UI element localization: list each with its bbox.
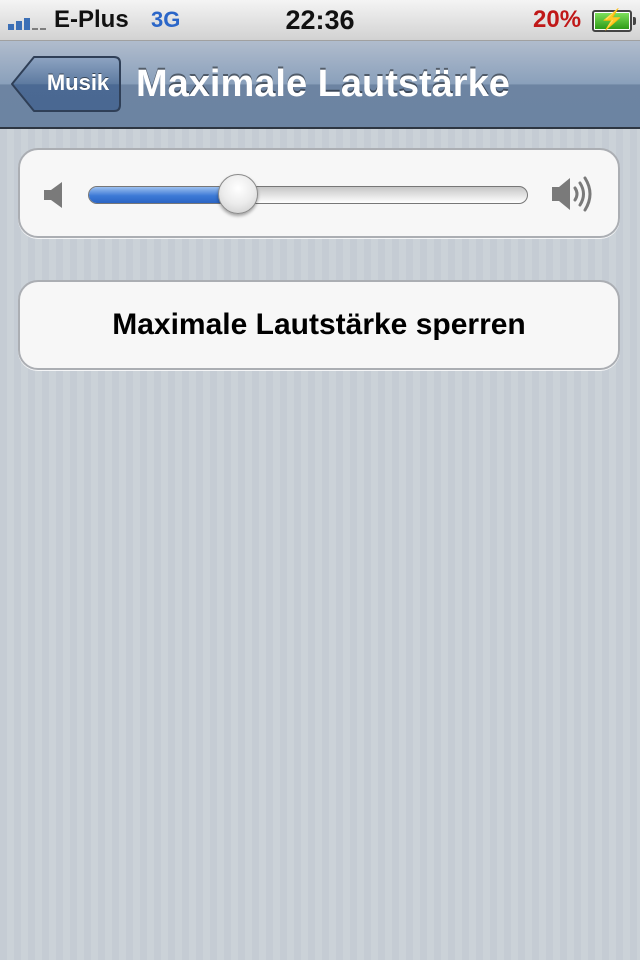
battery-charging-icon: ⚡ — [592, 9, 636, 32]
lock-max-volume-label: Maximale Lautstärke sperren — [112, 308, 526, 341]
volume-slider-track[interactable] — [88, 186, 528, 204]
page-title: Maximale Lautstärke — [136, 63, 510, 105]
lock-max-volume-button[interactable]: Maximale Lautstärke sperren — [18, 280, 620, 370]
status-bar: E-Plus 3G 22:36 20% ⚡ — [0, 0, 640, 41]
volume-max-icon — [552, 176, 592, 212]
navigation-bar: Musik Maximale Lautstärke — [0, 41, 640, 129]
back-button-label: Musik — [46, 70, 110, 95]
volume-min-icon — [44, 182, 62, 208]
volume-slider-cell — [18, 148, 620, 238]
volume-slider-fill — [89, 187, 238, 203]
battery-percent: 20% — [533, 6, 582, 33]
volume-slider-thumb[interactable] — [217, 174, 258, 214]
